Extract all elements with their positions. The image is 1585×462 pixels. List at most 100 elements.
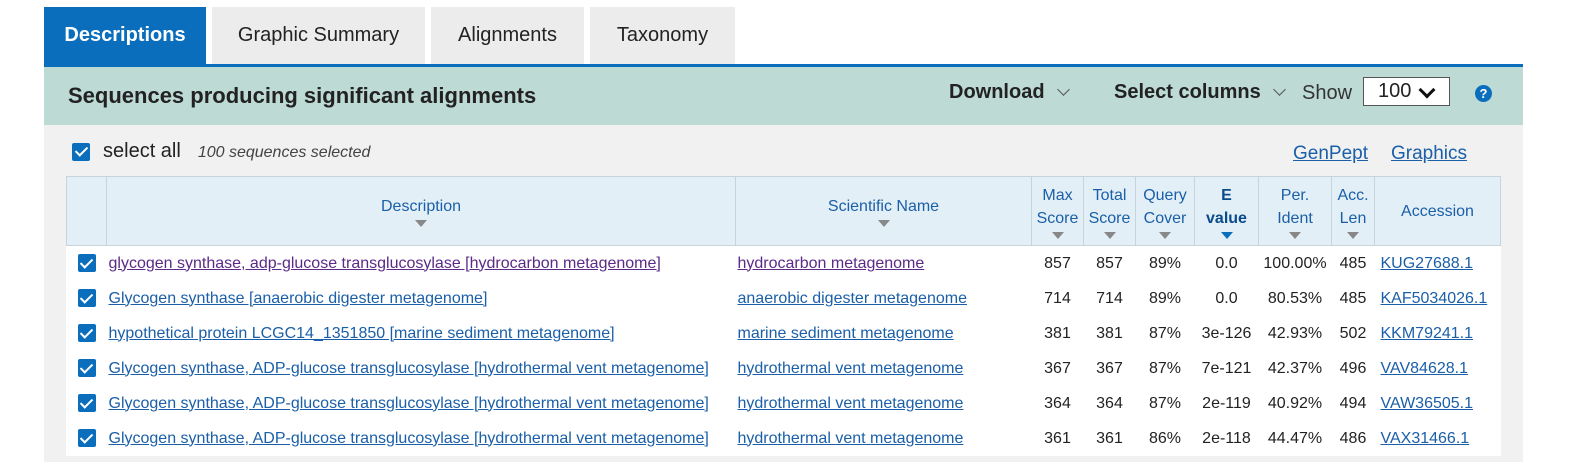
header-e-value-line2: value — [1206, 209, 1247, 227]
accession-link[interactable]: KKM79241.1 — [1381, 325, 1474, 342]
per-ident-cell: 80.53% — [1267, 289, 1323, 307]
sort-icon — [1159, 231, 1171, 239]
query-cover-cell: 87% — [1148, 359, 1182, 377]
e-value-cell: 0.0 — [1215, 289, 1238, 307]
results-panel: select all 100 sequences selected GenPep… — [44, 125, 1523, 462]
max-score-cell: 857 — [1044, 254, 1071, 272]
header-query-cover-line2: Cover — [1143, 209, 1187, 227]
description-cell: Glycogen synthase, ADP-glucose transgluc… — [107, 386, 736, 421]
header-scientific-name-label: Scientific Name — [827, 198, 940, 215]
description-link[interactable]: Glycogen synthase, ADP-glucose transgluc… — [109, 395, 709, 412]
header-query-cover-line1: Query — [1143, 186, 1187, 204]
description-link[interactable]: Glycogen synthase [anaerobic digester me… — [109, 290, 488, 307]
header-max-score-line1: Max — [1042, 186, 1073, 204]
total-score-cell: 364 — [1096, 394, 1123, 412]
show-count-select[interactable]: 100 — [1363, 77, 1450, 106]
header-total-score-line1: Total — [1092, 186, 1127, 204]
header-per-ident-line1: Per. — [1280, 186, 1310, 204]
header-e-value[interactable]: E value — [1194, 176, 1259, 246]
query-cover-cell: 87% — [1148, 324, 1182, 342]
download-dropdown[interactable]: Download — [949, 81, 1070, 104]
description-link[interactable]: Glycogen synthase, ADP-glucose transgluc… — [109, 430, 709, 447]
sort-icon — [877, 220, 890, 227]
total-score-cell: 714 — [1096, 289, 1123, 307]
scientific-name-cell: hydrothermal vent metagenome — [736, 386, 1032, 421]
acc-len-cell: 485 — [1339, 289, 1367, 307]
sort-icon — [1103, 231, 1116, 239]
row-checkbox[interactable] — [77, 254, 96, 273]
header-description[interactable]: Description — [106, 176, 736, 246]
query-cover-cell: 87% — [1148, 394, 1182, 412]
select-all-label[interactable]: select all — [103, 140, 181, 163]
acc-len-cell: 485 — [1339, 254, 1367, 272]
header-query-cover[interactable]: Query Cover — [1135, 176, 1195, 246]
header-select — [66, 176, 107, 246]
scientific-name-link[interactable]: hydrothermal vent metagenome — [738, 360, 964, 377]
row-select-cell — [67, 316, 107, 351]
description-cell: hypothetical protein LCGC14_1351850 [mar… — [107, 316, 736, 351]
e-value-cell: 7e-121 — [1201, 359, 1252, 377]
header-per-ident[interactable]: Per. Ident — [1258, 176, 1332, 246]
query-cover-cell: 89% — [1148, 289, 1182, 307]
total-score-cell: 361 — [1096, 429, 1123, 447]
accession-cell: VAV84628.1 — [1375, 351, 1501, 386]
graphics-link[interactable]: Graphics — [1391, 143, 1467, 165]
header-total-score[interactable]: Total Score — [1083, 176, 1136, 246]
help-icon[interactable]: ? — [1475, 85, 1492, 102]
header-total-score-line2: Score — [1088, 209, 1131, 227]
accession-link[interactable]: KUG27688.1 — [1381, 255, 1474, 272]
accession-link[interactable]: VAV84628.1 — [1381, 360, 1468, 377]
accession-link[interactable]: KAF5034026.1 — [1381, 290, 1488, 307]
tab-graphic-summary[interactable]: Graphic Summary — [212, 7, 425, 64]
scientific-name-link[interactable]: anaerobic digester metagenome — [738, 290, 967, 307]
table-row: Glycogen synthase [anaerobic digester me… — [67, 281, 1501, 316]
total-score-cell: 857 — [1096, 254, 1123, 272]
description-link[interactable]: glycogen synthase, adp-glucose transgluc… — [109, 255, 661, 272]
query-cover-cell: 86% — [1148, 429, 1182, 447]
row-checkbox[interactable] — [77, 429, 96, 448]
row-checkbox[interactable] — [77, 359, 96, 378]
description-link[interactable]: hypothetical protein LCGC14_1351850 [mar… — [109, 325, 615, 342]
scientific-name-link[interactable]: hydrothermal vent metagenome — [738, 430, 964, 447]
header-max-score-line2: Score — [1036, 209, 1079, 227]
e-value-cell: 0.0 — [1215, 254, 1238, 272]
sort-icon — [1347, 231, 1359, 239]
chevron-down-icon — [1272, 83, 1286, 96]
select-columns-dropdown[interactable]: Select columns — [1114, 81, 1286, 104]
acc-len-cell: 496 — [1339, 359, 1367, 377]
header-acc-len[interactable]: Acc. Len — [1331, 176, 1375, 246]
header-description-label: Description — [380, 198, 462, 215]
results-table: Description Scientific Name Max Score To… — [66, 176, 1501, 456]
genpept-link[interactable]: GenPept — [1293, 143, 1368, 165]
show-count-value: 100 — [1378, 80, 1412, 102]
row-checkbox[interactable] — [77, 394, 96, 413]
scientific-name-link[interactable]: marine sediment metagenome — [738, 325, 954, 342]
select-all-checkbox[interactable] — [72, 142, 90, 161]
description-link[interactable]: Glycogen synthase, ADP-glucose transgluc… — [109, 360, 709, 377]
e-value-cell: 3e-126 — [1201, 324, 1252, 342]
results-toolbar: Sequences producing significant alignmen… — [44, 64, 1523, 125]
row-checkbox[interactable] — [77, 289, 96, 308]
sort-icon — [1051, 231, 1064, 239]
header-max-score[interactable]: Max Score — [1031, 176, 1084, 246]
table-row: Glycogen synthase, ADP-glucose transgluc… — [67, 421, 1501, 456]
row-select-cell — [67, 281, 107, 316]
section-title: Sequences producing significant alignmen… — [68, 83, 537, 108]
max-score-cell: 367 — [1044, 359, 1071, 377]
scientific-name-link[interactable]: hydrothermal vent metagenome — [738, 395, 964, 412]
table-header-row: Description Scientific Name Max Score To… — [66, 176, 1501, 246]
header-accession[interactable]: Accession — [1374, 176, 1501, 246]
accession-link[interactable]: VAX31466.1 — [1381, 430, 1470, 447]
sort-icon — [1289, 231, 1301, 239]
tab-taxonomy[interactable]: Taxonomy — [590, 7, 735, 64]
table-row: Glycogen synthase, ADP-glucose transgluc… — [67, 386, 1501, 421]
select-columns-label: Select columns — [1114, 81, 1261, 103]
header-per-ident-line2: Ident — [1277, 209, 1313, 227]
tab-alignments[interactable]: Alignments — [431, 7, 584, 64]
scientific-name-link[interactable]: hydrocarbon metagenome — [738, 255, 925, 272]
tab-descriptions[interactable]: Descriptions — [44, 7, 206, 64]
row-checkbox[interactable] — [77, 324, 96, 343]
accession-link[interactable]: VAW36505.1 — [1381, 395, 1474, 412]
table-row: hypothetical protein LCGC14_1351850 [mar… — [67, 316, 1501, 351]
header-scientific-name[interactable]: Scientific Name — [735, 176, 1032, 246]
